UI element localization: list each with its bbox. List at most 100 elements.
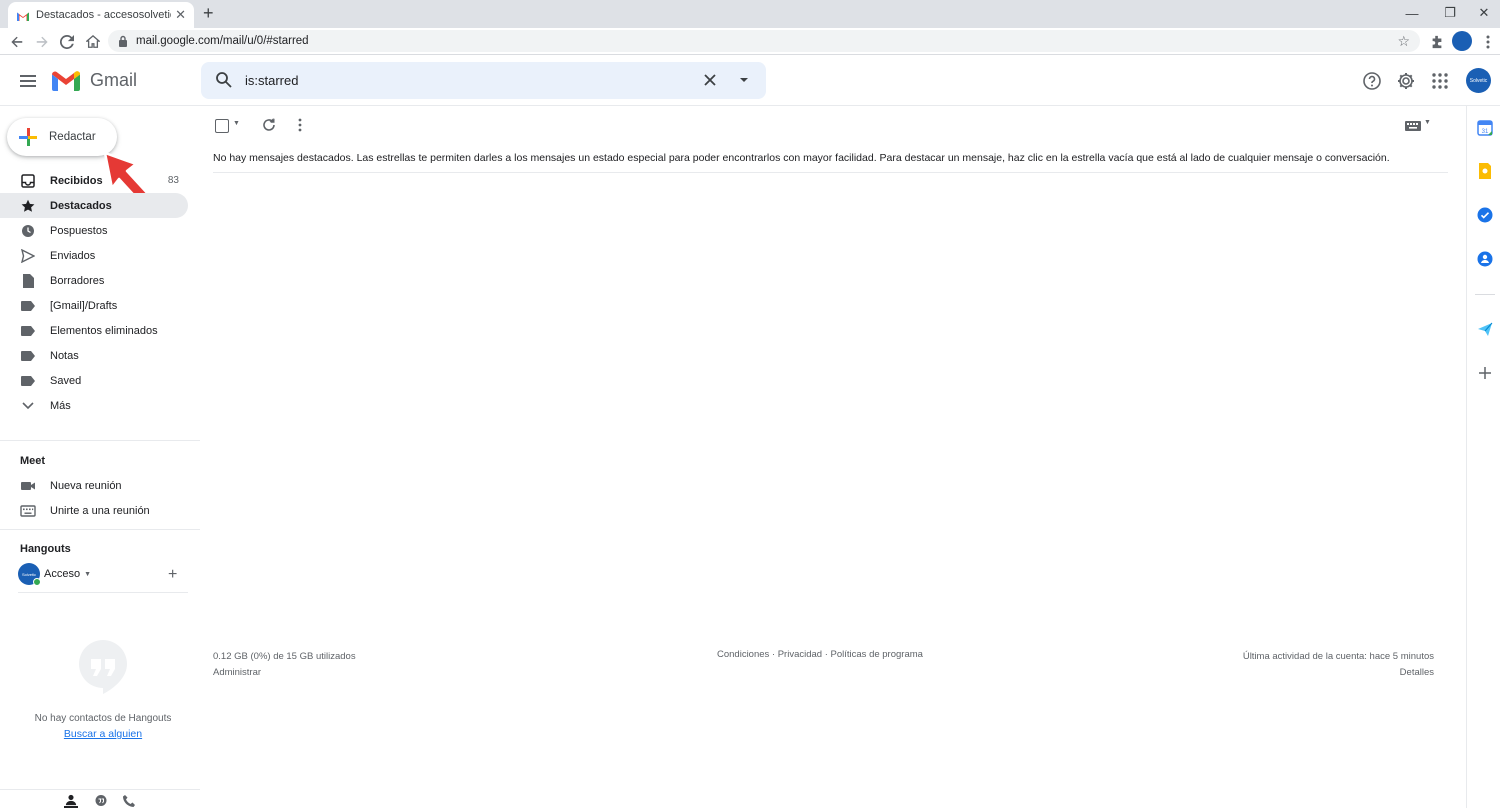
details-link[interactable]: Detalles [1243, 665, 1434, 681]
nav-item-label: Más [50, 399, 71, 412]
side-panel: 31 [1466, 106, 1500, 808]
last-activity-text: Última actividad de la cuenta: hace 5 mi… [1242, 651, 1434, 662]
more-options-icon[interactable] [292, 117, 308, 133]
bookmark-star-icon[interactable]: ☆ [1397, 33, 1410, 50]
tasks-icon[interactable] [1477, 207, 1493, 223]
video-camera-icon [21, 482, 35, 490]
label-icon [20, 348, 36, 364]
hangouts-bottom-tabs [0, 789, 200, 809]
search-input[interactable]: is:starred [245, 73, 298, 88]
account-activity: Última actividad de la cuenta: hace 5 mi… [1243, 649, 1434, 681]
inbox-icon [20, 173, 36, 189]
hangouts-user-name: Acceso [44, 568, 81, 580]
gmail-logo-icon[interactable] [52, 69, 80, 91]
nav-item-mas[interactable]: Más [0, 393, 188, 418]
lock-icon [119, 35, 127, 47]
nav-item-pospuestos[interactable]: Pospuestos [0, 218, 188, 243]
account-avatar[interactable]: Solvetic [1466, 68, 1491, 93]
nav-item-label: Recibidos [50, 174, 103, 187]
search-icon[interactable] [215, 71, 233, 89]
select-options-caret-icon[interactable]: ▼ [233, 120, 240, 127]
person-icon[interactable] [64, 794, 78, 808]
new-conversation-plus-icon[interactable]: + [168, 566, 177, 584]
nav-item-enviados[interactable]: Enviados [0, 243, 188, 268]
google-apps-icon[interactable] [1430, 71, 1450, 91]
home-icon[interactable] [82, 31, 104, 53]
back-icon[interactable] [6, 31, 28, 53]
hangouts-title: Hangouts [20, 543, 71, 555]
close-window-icon[interactable]: ✕ [1462, 0, 1500, 26]
compose-plus-icon [19, 128, 37, 146]
keyboard-icon [20, 505, 36, 517]
hangouts-empty-text: No hay contactos de Hangouts [34, 713, 172, 724]
nav-item-label: Pospuestos [50, 224, 108, 237]
clock-icon [20, 223, 36, 239]
search-options-icon[interactable] [736, 71, 752, 89]
get-addons-plus-icon[interactable] [1477, 365, 1493, 381]
label-icon [20, 373, 36, 389]
calendar-icon[interactable]: 31 [1477, 120, 1493, 136]
nav-item-notas[interactable]: Notas [0, 343, 188, 368]
manage-storage-link[interactable]: Administrar [213, 665, 356, 681]
nav-item-borradores[interactable]: Borradores [0, 268, 188, 293]
find-someone-link[interactable]: Buscar a alguien [0, 728, 206, 740]
clear-search-icon[interactable] [701, 71, 719, 89]
nav-item-gmail-drafts[interactable]: [Gmail]/Drafts [0, 293, 188, 318]
forward-icon[interactable] [31, 31, 53, 53]
footer-links[interactable]: Condiciones · Privacidad · Políticas de … [717, 649, 923, 660]
new-meeting-item[interactable]: Nueva reunión [20, 476, 122, 496]
main-menu-icon[interactable] [18, 71, 38, 91]
star-icon [20, 198, 36, 214]
input-tools-caret-icon[interactable]: ▼ [1424, 119, 1431, 126]
tab-title: Destacados - accesosolvetic1@g [36, 9, 171, 21]
compose-button[interactable]: Redactar [7, 118, 117, 156]
nav-item-elementos-eliminados[interactable]: Elementos eliminados [0, 318, 188, 343]
hangouts-user-status[interactable]: Solvetic Acceso ▼ [18, 563, 92, 586]
side-panel-divider [1475, 294, 1495, 295]
gmail-header: Gmail is:starred Solvetic [0, 56, 1500, 106]
phone-icon[interactable] [122, 794, 136, 808]
compose-label: Redactar [49, 131, 96, 143]
browser-tab[interactable]: Destacados - accesosolvetic1@g ✕ [8, 2, 194, 28]
hangouts-quote-icon [79, 640, 127, 694]
divider [0, 529, 200, 530]
main-content: ▼ ▼ No hay mensajes destacados. Las estr… [201, 106, 1448, 808]
new-tab-button[interactable]: + [203, 3, 214, 24]
label-icon [20, 298, 36, 314]
send-icon [20, 248, 36, 264]
select-all-checkbox[interactable] [215, 119, 229, 133]
send-addon-icon[interactable] [1477, 321, 1493, 337]
meet-title: Meet [20, 455, 46, 467]
reload-icon[interactable] [56, 31, 78, 53]
input-tools-keyboard-icon[interactable] [1405, 120, 1421, 132]
hangouts-avatar: Solvetic [18, 563, 41, 586]
contacts-icon[interactable] [1477, 251, 1493, 267]
divider [18, 592, 188, 593]
caret-down-icon: ▼ [84, 570, 92, 578]
browser-menu-icon[interactable] [1477, 31, 1499, 53]
search-bar[interactable]: is:starred [201, 62, 766, 99]
refresh-icon[interactable] [261, 117, 277, 133]
chat-bubble-icon[interactable] [94, 794, 108, 808]
gmail-wordmark: Gmail [90, 70, 138, 90]
help-icon[interactable] [1362, 71, 1382, 91]
browser-tab-strip: Destacados - accesosolvetic1@g ✕ + — ❐ ✕ [0, 0, 1500, 28]
storage-usage[interactable]: 0.12 GB (0%) de 15 GB utilizados [213, 649, 356, 665]
nav-item-recibidos[interactable]: Recibidos 83 [0, 168, 188, 193]
url-text: mail.google.com/mail/u/0/#starred [136, 35, 309, 47]
extensions-icon[interactable] [1426, 31, 1448, 53]
settings-gear-icon[interactable] [1396, 71, 1416, 91]
nav-item-label: Notas [50, 349, 79, 362]
unread-count: 83 [167, 175, 179, 186]
nav-list: Recibidos 83 Destacados Pospuestos Envia… [0, 168, 188, 418]
browser-toolbar: mail.google.com/mail/u/0/#starred ☆ [0, 28, 1500, 55]
join-meeting-label: Unirte a una reunión [50, 505, 150, 517]
address-bar[interactable]: mail.google.com/mail/u/0/#starred ☆ [108, 30, 1420, 52]
keep-icon[interactable] [1477, 163, 1493, 179]
tab-close-icon[interactable]: ✕ [175, 7, 186, 23]
nav-item-saved[interactable]: Saved [0, 368, 188, 393]
browser-profile-avatar[interactable] [1452, 31, 1472, 51]
nav-item-label: Saved [50, 374, 82, 387]
nav-item-destacados[interactable]: Destacados [0, 193, 188, 218]
join-meeting-item[interactable]: Unirte a una reunión [20, 501, 150, 521]
